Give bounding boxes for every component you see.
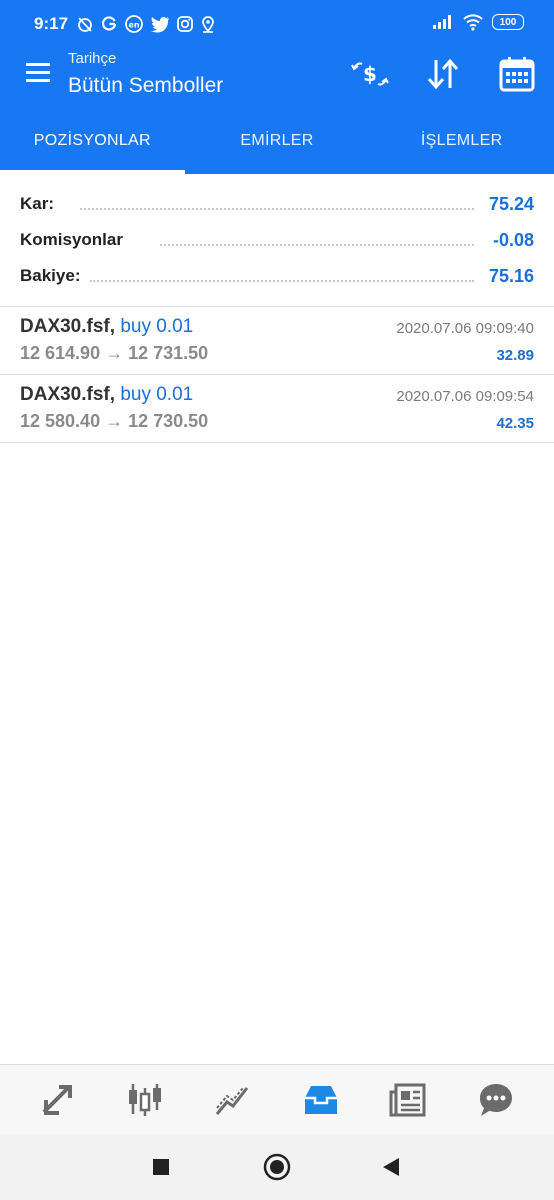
nav-quotes[interactable]	[33, 1075, 83, 1125]
dotted-leader	[90, 280, 474, 282]
tab-bar: POZİSYONLAR EMİRLER İŞLEMLER	[0, 118, 554, 174]
summary-row-profit: Kar: 75.24	[0, 186, 554, 222]
status-time: 9:17	[34, 14, 69, 33]
trade-row[interactable]: DAX30.fsf, buy 0.01 12 580.40 → 12 730.5…	[0, 375, 554, 442]
battery-icon: 100	[492, 14, 524, 30]
en-icon: en	[125, 15, 143, 33]
quotes-icon	[42, 1084, 72, 1115]
wifi-icon	[463, 14, 483, 31]
chat-icon	[480, 1083, 513, 1116]
calendar-icon	[499, 57, 535, 92]
trade-symbol: DAX30.fsf, buy 0.01	[20, 384, 194, 405]
summary-row-commission: Komisyonlar -0.08	[0, 222, 554, 258]
trade-profit: 42.35	[496, 415, 534, 432]
alarm-off-icon	[78, 17, 92, 32]
nav-trade[interactable]	[208, 1075, 258, 1125]
dollar-exchange-icon: $	[351, 62, 389, 86]
home-circle-icon	[263, 1153, 291, 1181]
trade-date: 2020.07.06 09:09:54	[396, 388, 534, 405]
location-icon	[202, 16, 214, 33]
hamburger-icon	[26, 63, 50, 82]
back-button[interactable]	[380, 1156, 402, 1183]
status-bar: 9:17 en 100	[0, 0, 554, 48]
trade-row[interactable]: DAX30.fsf, buy 0.01 12 614.90 → 12 731.5…	[0, 307, 554, 374]
commission-label: Komisyonlar	[20, 230, 129, 250]
tab-deals[interactable]: İŞLEMLER	[369, 118, 554, 174]
nav-news[interactable]	[383, 1075, 433, 1125]
deposit-button[interactable]: $	[350, 54, 390, 94]
balance-label: Bakiye:	[20, 266, 87, 286]
summary-panel: Kar: 75.24 Komisyonlar -0.08 Bakiye: 75.…	[0, 186, 554, 294]
profit-value: 75.24	[482, 194, 534, 215]
trade-symbol: DAX30.fsf, buy 0.01	[20, 316, 194, 337]
tab-positions[interactable]: POZİSYONLAR	[0, 118, 185, 174]
menu-button[interactable]	[24, 60, 56, 86]
system-navigation-bar	[0, 1134, 554, 1200]
recents-button[interactable]	[151, 1157, 171, 1182]
trade-prices: 12 580.40 → 12 730.50	[20, 411, 209, 431]
sort-button[interactable]	[423, 54, 463, 94]
balance-value: 75.16	[482, 266, 534, 287]
trade-date: 2020.07.06 09:09:40	[396, 320, 534, 337]
summary-row-balance: Bakiye: 75.16	[0, 258, 554, 294]
status-right: 100	[432, 13, 524, 31]
chart-icon	[129, 1083, 162, 1116]
back-triangle-icon	[383, 1158, 399, 1176]
trade-side: buy 0.01	[120, 316, 194, 337]
header-subtitle: Tarihçe	[68, 50, 117, 67]
news-icon	[389, 1083, 426, 1116]
dotted-leader	[160, 244, 474, 246]
profit-label: Kar:	[20, 194, 61, 214]
svg-text:en: en	[128, 21, 139, 30]
dotted-leader	[80, 208, 474, 210]
bottom-navigation	[0, 1064, 554, 1134]
instagram-icon	[177, 16, 193, 32]
trade-side: buy 0.01	[120, 384, 194, 405]
notification-icons: en	[76, 13, 216, 35]
trade-icon	[215, 1086, 249, 1115]
twitter-icon	[151, 17, 169, 33]
divider	[0, 442, 554, 443]
trade-prices: 12 614.90 → 12 731.50	[20, 343, 209, 363]
square-icon	[153, 1159, 169, 1175]
history-icon	[304, 1085, 337, 1114]
nav-chart[interactable]	[120, 1075, 170, 1125]
svg-text:$: $	[363, 62, 377, 86]
nav-history[interactable]	[296, 1075, 346, 1125]
home-button[interactable]	[263, 1153, 291, 1186]
header-title[interactable]: Bütün Semboller	[68, 74, 223, 98]
app-header: 9:17 en 100 Tarihçe Bütün Semboller $ PO…	[0, 0, 554, 174]
google-icon	[101, 16, 117, 31]
commission-value: -0.08	[486, 230, 534, 251]
sort-arrows-icon	[427, 58, 459, 90]
tab-orders[interactable]: EMİRLER	[185, 118, 370, 174]
calendar-button[interactable]	[497, 54, 537, 94]
signal-icon	[433, 15, 451, 29]
trade-profit: 32.89	[496, 347, 534, 364]
nav-chat[interactable]	[471, 1075, 521, 1125]
